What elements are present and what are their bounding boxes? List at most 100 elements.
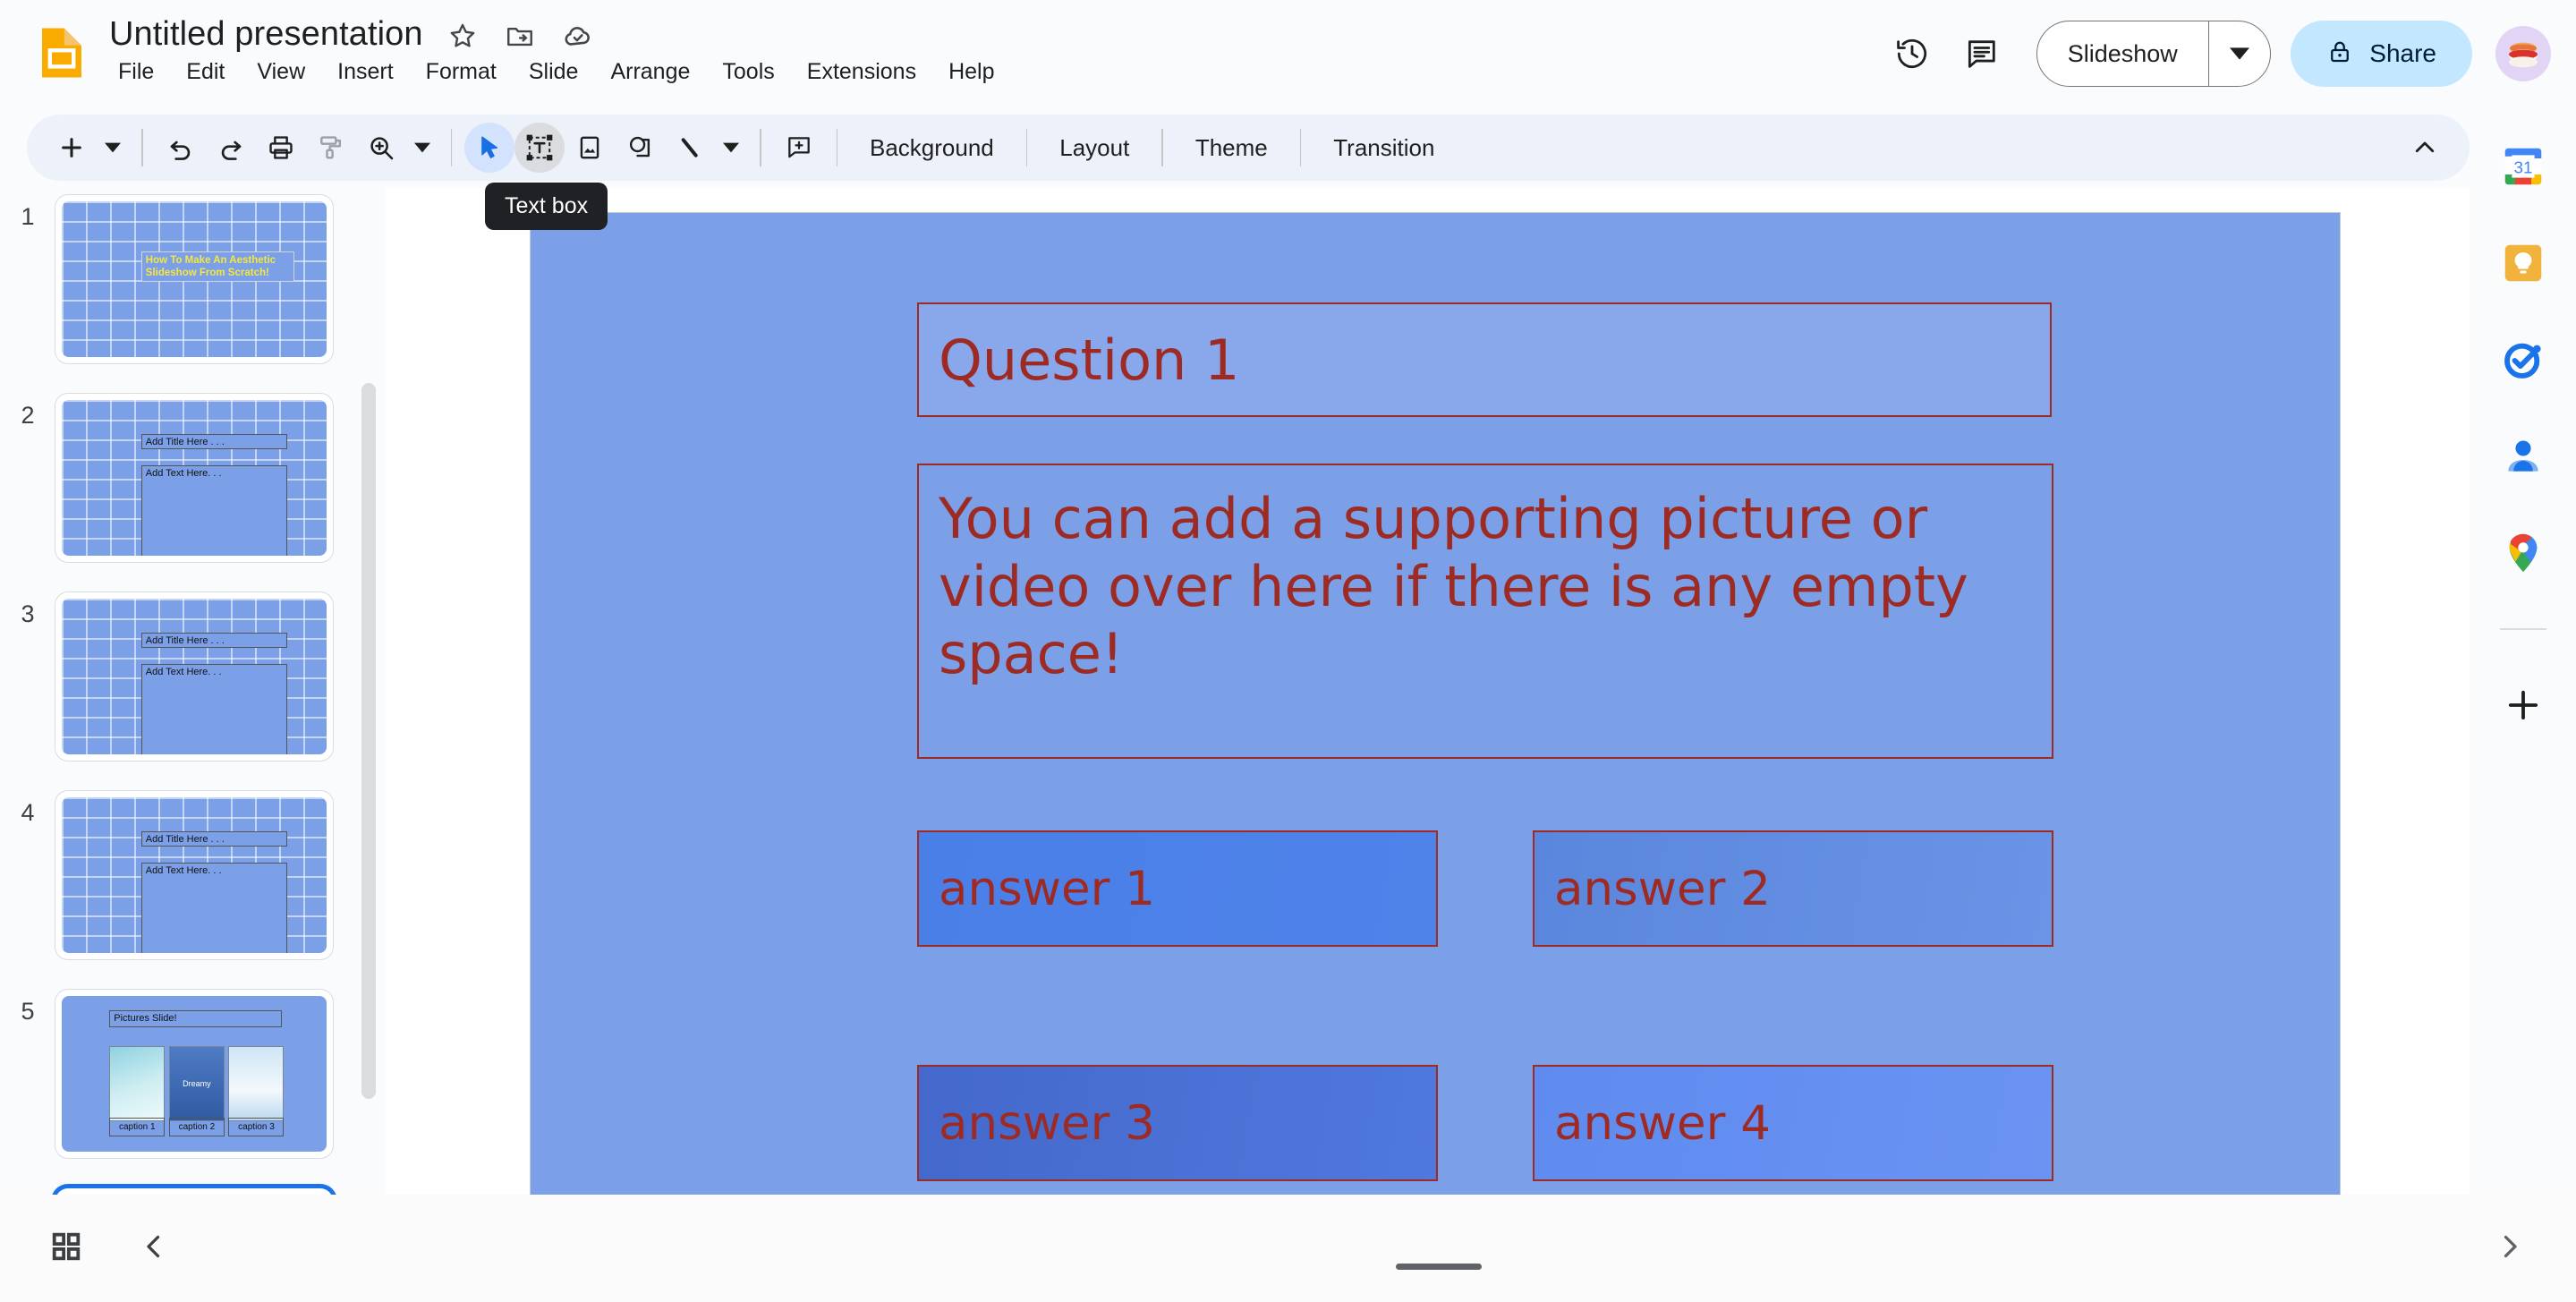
- notes-drag-handle[interactable]: [1396, 1264, 1482, 1270]
- menu-edit[interactable]: Edit: [170, 55, 241, 89]
- google-slides-logo: [32, 23, 91, 82]
- paint-format-button[interactable]: [306, 123, 356, 173]
- filmstrip-slide-6[interactable]: 6 Question 1 You can add a supporting: [0, 1188, 367, 1195]
- move-to-folder-icon[interactable]: [505, 21, 535, 51]
- filmstrip-slide-2[interactable]: 2 Add Title Here . . . Add Text Here. . …: [0, 394, 367, 576]
- theme-button[interactable]: Theme: [1176, 134, 1288, 162]
- avatar[interactable]: [2495, 26, 2551, 81]
- select-tool-button[interactable]: [464, 123, 514, 173]
- google-apps-side-panel: 31: [2470, 107, 2576, 1302]
- redo-button[interactable]: [206, 123, 256, 173]
- thumb-frame[interactable]: Add Title Here . . . Add Text Here. . .: [55, 394, 333, 562]
- slide-answer-2-textbox[interactable]: answer 2: [1533, 830, 2053, 947]
- thumb-frame[interactable]: How To Make An Aesthetic Slideshow From …: [55, 195, 333, 363]
- background-button[interactable]: Background: [850, 134, 1014, 162]
- google-maps-icon[interactable]: [2496, 526, 2550, 580]
- menu-slide[interactable]: Slide: [513, 55, 595, 89]
- slide-number: 6: [0, 1188, 55, 1195]
- thumb-body-text: Add Text Here. . .: [140, 465, 287, 556]
- collapse-toolbar-button[interactable]: [2400, 123, 2450, 173]
- menu-view[interactable]: View: [241, 55, 321, 89]
- add-addon-icon[interactable]: [2496, 678, 2550, 732]
- toolbar-divider: [760, 129, 761, 166]
- star-icon[interactable]: [447, 21, 478, 51]
- slide-number: 5: [21, 998, 35, 1025]
- slide-number: 1: [21, 203, 35, 230]
- cloud-saved-icon[interactable]: [562, 20, 594, 52]
- toolbar-divider: [141, 129, 143, 166]
- toolbar-divider: [836, 129, 837, 166]
- slide-question-textbox[interactable]: Question 1: [917, 302, 2052, 417]
- transition-button[interactable]: Transition: [1314, 134, 1454, 162]
- document-title[interactable]: Untitled presentation: [109, 13, 423, 55]
- thumb-frame-selected[interactable]: Question 1 You can add a supporting: [55, 1188, 333, 1195]
- google-tasks-icon[interactable]: [2496, 333, 2550, 387]
- comments-button[interactable]: [1947, 19, 2017, 89]
- undo-button[interactable]: [156, 123, 206, 173]
- thumb-image-1: [109, 1045, 166, 1121]
- slide-answer-1-textbox[interactable]: answer 1: [917, 830, 1438, 947]
- thumb-caption-2: caption 2: [168, 1117, 225, 1136]
- side-panel-divider: [2499, 628, 2546, 630]
- text-box-tool-button[interactable]: [514, 123, 565, 173]
- bottom-bar: [0, 1195, 2576, 1302]
- expand-notes-button[interactable]: [2481, 1218, 2538, 1275]
- print-button[interactable]: [256, 123, 306, 173]
- thumb-title-text: Add Title Here . . .: [140, 434, 287, 450]
- filmstrip-scrollbar[interactable]: [361, 383, 376, 1099]
- filmstrip-slide-4[interactable]: 4 Add Title Here . . . Add Text Here. . …: [0, 791, 367, 974]
- new-slide-button[interactable]: [47, 123, 97, 173]
- menu-tools[interactable]: Tools: [706, 55, 790, 89]
- slideshow-button[interactable]: Slideshow: [2037, 21, 2208, 86]
- thumb-frame[interactable]: Add Title Here . . . Add Text Here. . .: [55, 592, 333, 761]
- filmstrip-slide-1[interactable]: 1 How To Make An Aesthetic Slideshow Fro…: [0, 195, 367, 378]
- insert-line-button[interactable]: [665, 123, 715, 173]
- slideshow-dropdown-button[interactable]: [2209, 21, 2270, 86]
- thumb-canvas: How To Make An Aesthetic Slideshow From …: [62, 201, 327, 357]
- thumb-body-text: Add Text Here. . .: [140, 664, 287, 754]
- toolbar-divider: [1299, 129, 1302, 166]
- new-slide-dropdown[interactable]: [97, 123, 129, 173]
- menu-insert[interactable]: Insert: [321, 55, 410, 89]
- insert-shape-button[interactable]: [615, 123, 665, 173]
- add-comment-button[interactable]: [774, 123, 824, 173]
- zoom-dropdown[interactable]: [406, 123, 438, 173]
- slide-canvas-area[interactable]: Question 1 You can add a supporting pict…: [385, 188, 2452, 1232]
- menu-extensions[interactable]: Extensions: [791, 55, 932, 89]
- thumb-frame[interactable]: Add Title Here . . . Add Text Here. . .: [55, 791, 333, 959]
- thumb-title-text: Add Title Here . . .: [140, 831, 287, 847]
- filmstrip-slide-3[interactable]: 3 Add Title Here . . . Add Text Here. . …: [0, 592, 367, 775]
- lock-icon: [2326, 38, 2353, 70]
- line-dropdown[interactable]: [715, 123, 747, 173]
- menu-help[interactable]: Help: [932, 55, 1010, 89]
- menu-bar: File Edit View Insert Format Slide Arran…: [109, 55, 1011, 89]
- menu-format[interactable]: Format: [410, 55, 513, 89]
- insert-image-button[interactable]: [565, 123, 615, 173]
- grid-view-button[interactable]: [38, 1218, 95, 1275]
- header-actions: Slideshow Share: [1877, 9, 2551, 98]
- zoom-button[interactable]: [356, 123, 406, 173]
- google-calendar-icon[interactable]: 31: [2496, 140, 2550, 193]
- thumb-canvas: Add Title Here . . . Add Text Here. . .: [62, 400, 327, 556]
- thumb-body-text: Add Text Here. . .: [140, 863, 287, 953]
- google-keep-icon[interactable]: [2496, 236, 2550, 290]
- menu-arrange[interactable]: Arrange: [594, 55, 706, 89]
- filmstrip-slide-5[interactable]: 5 Pictures Slide! Dreamy caption 1 capti…: [0, 990, 367, 1172]
- slide-answer-3-textbox[interactable]: answer 3: [917, 1065, 1438, 1181]
- current-slide[interactable]: Question 1 You can add a supporting pict…: [530, 212, 2341, 1232]
- thumb-caption-1: caption 1: [109, 1117, 166, 1136]
- layout-button[interactable]: Layout: [1040, 134, 1149, 162]
- thumb-frame[interactable]: Pictures Slide! Dreamy caption 1 caption…: [55, 990, 333, 1158]
- collapse-filmstrip-button[interactable]: [125, 1218, 183, 1275]
- google-contacts-icon[interactable]: [2496, 430, 2550, 483]
- slide-filmstrip[interactable]: 1 How To Make An Aesthetic Slideshow Fro…: [0, 188, 385, 1195]
- share-button[interactable]: Share: [2291, 21, 2472, 87]
- slideshow-button-group: Slideshow: [2036, 21, 2272, 87]
- thumb-canvas: Add Title Here . . . Add Text Here. . .: [62, 599, 327, 754]
- toolbar-divider: [450, 129, 452, 166]
- version-history-button[interactable]: [1877, 19, 1947, 89]
- slide-body-textbox[interactable]: You can add a supporting picture or vide…: [917, 464, 2053, 759]
- slide-answer-4-textbox[interactable]: answer 4: [1533, 1065, 2053, 1181]
- text-box-tooltip: Text box: [485, 183, 608, 230]
- menu-file[interactable]: File: [109, 55, 170, 89]
